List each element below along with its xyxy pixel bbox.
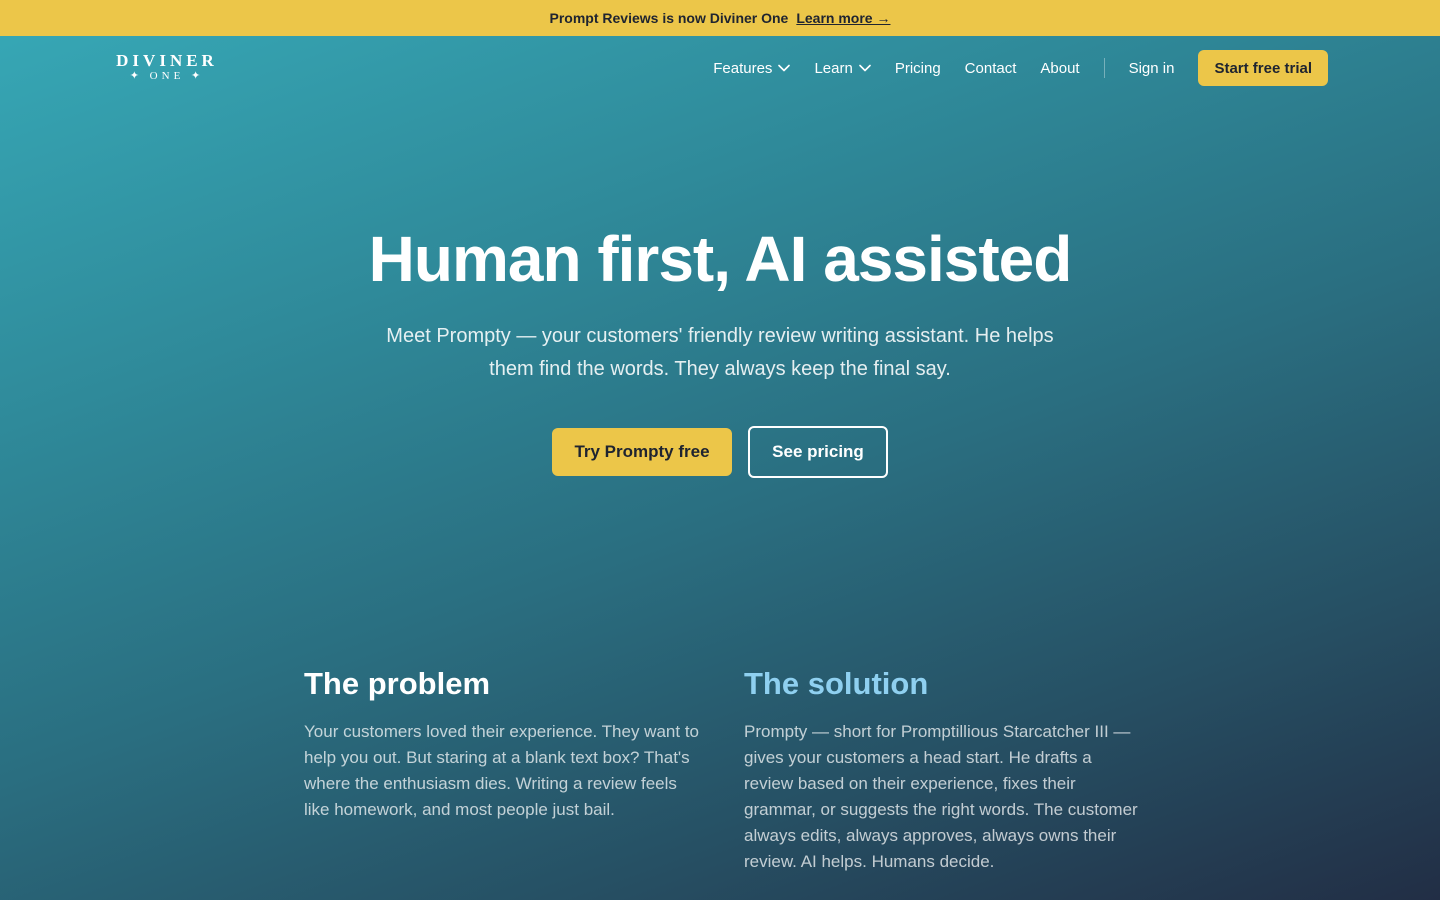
problem-heading: The problem — [304, 666, 491, 701]
nav-item-label: About — [1040, 59, 1080, 77]
hero-cta-group: Try Prompty free See pricing — [0, 426, 1440, 478]
nav-divider — [1103, 58, 1105, 78]
nav-item-contact[interactable]: Contact — [965, 60, 1017, 77]
nav-item-features[interactable]: Features — [713, 59, 791, 77]
nav-item-label: Pricing — [894, 59, 941, 77]
diviner-one-logo[interactable]: DIVINER ✦ ONE ✦ — [112, 52, 222, 88]
solution-heading: The solution — [744, 666, 929, 701]
see-pricing-button[interactable]: See pricing — [748, 426, 888, 478]
start-free-trial-button[interactable]: Start free trial — [1198, 50, 1328, 86]
logo-wordmark: DIVINER — [116, 51, 218, 70]
problem-body: Your customers loved their experience. T… — [304, 722, 699, 819]
chevron-down-icon — [778, 64, 791, 72]
nav-item-about[interactable]: About — [1040, 60, 1079, 77]
logo-subwordmark: ✦ ONE ✦ — [129, 70, 205, 82]
chevron-down-icon — [859, 64, 871, 72]
nav-item-label: Features — [713, 59, 773, 77]
nav-item-label: Contact — [964, 59, 1017, 77]
solution-column: The solution Prompty — short for Prompti… — [744, 664, 1144, 875]
hero-title: Human first, AI assisted — [368, 223, 1073, 295]
sign-in-link[interactable]: Sign in — [1129, 60, 1175, 77]
try-prompty-free-button[interactable]: Try Prompty free — [552, 428, 732, 476]
solution-body: Prompty — short for Promptillious Starca… — [744, 722, 1138, 871]
hero-section: Human first, AI assisted Meet Prompty — … — [0, 222, 1440, 478]
problem-solution-section: The problem Your customers loved their e… — [304, 664, 1144, 875]
hero-subtitle: Meet Prompty — your customers' friendly … — [386, 325, 1054, 380]
banner-text: Prompt Reviews is now Diviner One — [549, 10, 789, 26]
announcement-banner: Prompt Reviews is now Diviner One Learn … — [0, 0, 1440, 36]
banner-learn-more-link[interactable]: Learn more → — [796, 10, 890, 26]
nav-menu: Features Learn Pricing Contact About Sig… — [713, 50, 1328, 86]
nav-item-label: Learn — [814, 59, 853, 77]
problem-column: The problem Your customers loved their e… — [304, 664, 704, 875]
nav-item-pricing[interactable]: Pricing — [895, 60, 941, 77]
nav-item-learn[interactable]: Learn — [814, 59, 871, 77]
top-navigation: DIVINER ✦ ONE ✦ Features Learn Pricing C… — [0, 36, 1440, 100]
